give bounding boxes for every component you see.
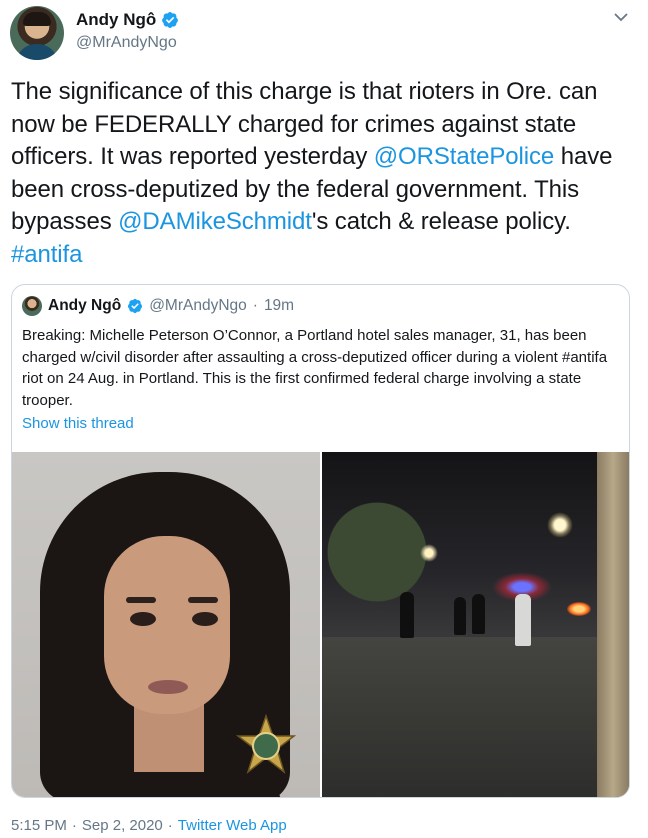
avatar-hair [23,12,51,26]
scene-officer [454,597,466,635]
scene-tree [322,482,432,622]
mugshot-photo[interactable] [12,452,320,797]
quoted-author-name[interactable]: Andy Ngô [48,297,121,315]
tweet-footer: 5:15 PM · Sep 2, 2020 · Twitter Web App [11,817,287,834]
quoted-tweet-text: Breaking: Michelle Peterson O’Connor, a … [22,327,608,409]
footer-separator: · [167,817,173,834]
sheriff-badge-icon [235,714,297,775]
tweet-text: The significance of this charge is that … [11,76,631,271]
quoted-author-handle[interactable]: @MrAndyNgo [149,297,247,315]
author-name-row[interactable]: Andy Ngô [76,10,179,30]
scene-officer [472,594,485,634]
riot-scene-photo[interactable] [322,452,629,797]
tweet-text-segment: 's catch & release policy. [311,208,571,235]
author-display-name[interactable]: Andy Ngô [76,10,156,30]
quoted-author-avatar[interactable] [22,296,42,316]
photo-lips [148,680,188,694]
photo-eye [192,612,218,626]
quoted-tweet-card[interactable]: Andy Ngô @MrAndyNgo · 19m Breaking: Mich… [11,284,630,798]
quoted-separator: · [252,297,258,314]
footer-separator: · [71,817,77,834]
verified-badge-icon [162,11,179,29]
photo-eye [130,612,156,626]
mention-damikeschmidt[interactable]: @DAMikeSchmidt [118,208,312,235]
quoted-tweet-header: Andy Ngô @MrAndyNgo · 19m [22,295,294,317]
avatar-shirt [16,44,58,60]
author-avatar[interactable] [10,6,64,60]
tweet-source-app[interactable]: Twitter Web App [178,817,287,834]
scene-officer [400,592,414,638]
scene-figure-white [515,594,531,646]
quoted-timestamp[interactable]: 19m [264,297,294,315]
hashtag-antifa[interactable]: #antifa [11,241,82,268]
author-handle[interactable]: @MrAndyNgo [76,34,177,52]
scene-streetlight [547,512,573,538]
media-grid [12,452,629,797]
tweet-time[interactable]: 5:15 PM [11,817,67,834]
verified-badge-icon [128,298,143,314]
scene-streetlight [420,544,438,562]
photo-brow [126,597,156,603]
scene-fire [567,602,591,616]
mention-orstatepolice[interactable]: @ORStatePolice [374,143,554,170]
scene-pole [597,452,629,797]
scene-ground [322,637,597,797]
show-thread-link[interactable]: Show this thread [22,415,134,432]
tweet-date[interactable]: Sep 2, 2020 [82,817,163,834]
photo-brow [188,597,218,603]
chevron-down-icon[interactable] [614,12,628,22]
tweet-header: Andy Ngô @MrAndyNgo [10,6,638,64]
